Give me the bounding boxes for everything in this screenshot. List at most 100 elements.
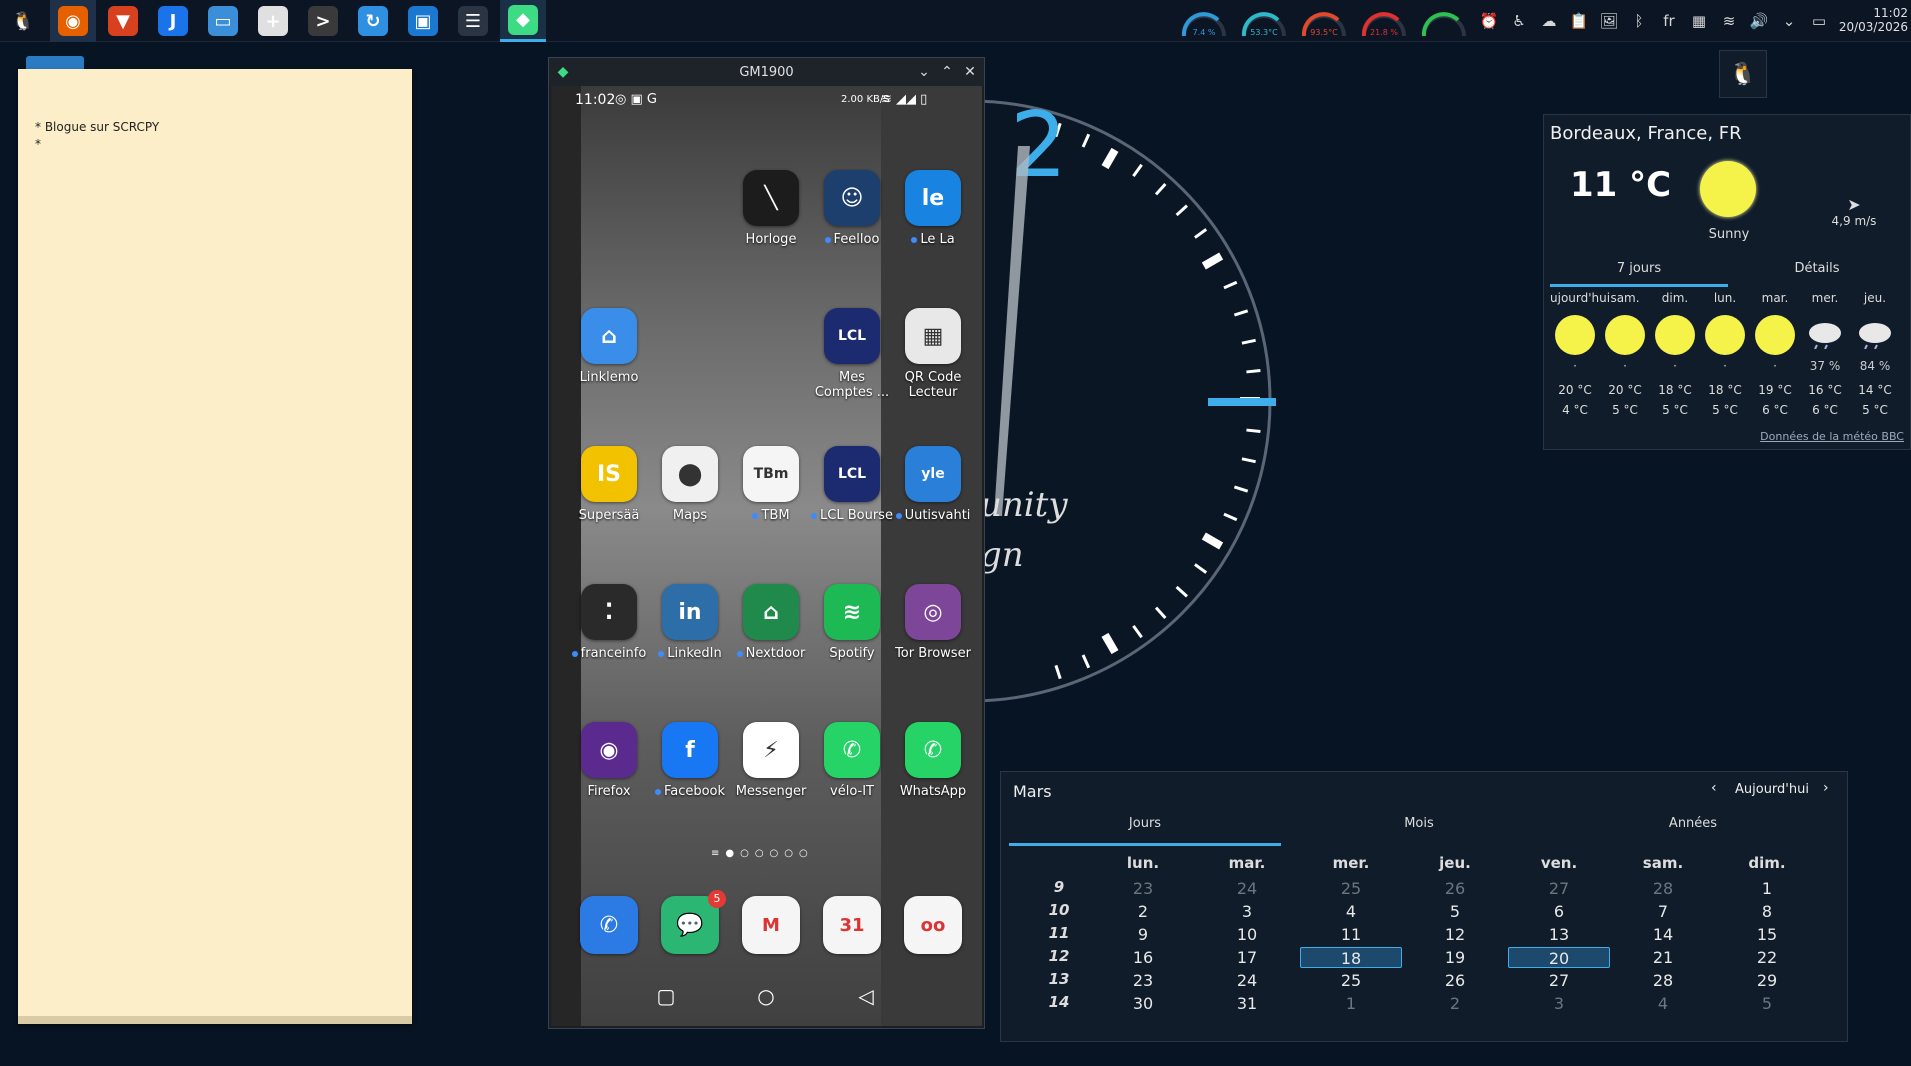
calendar-day[interactable]: 27 — [1508, 878, 1610, 899]
app-lcl-bourse[interactable]: LCL LCL Bourse — [810, 446, 894, 523]
calendar-day[interactable]: 9 — [1092, 924, 1194, 945]
clipboard-icon[interactable]: 📋 — [1568, 10, 1590, 32]
storage-icon[interactable]: ▦ — [1688, 10, 1710, 32]
accessibility-icon[interactable]: ♿ — [1508, 10, 1530, 32]
messages-dock-app[interactable]: 💬 5 — [648, 890, 732, 954]
calendar-day[interactable]: 31 — [1196, 993, 1298, 1014]
chevron-down-icon[interactable]: ⌄ — [1778, 10, 1800, 32]
calendar-day[interactable]: 2 — [1404, 993, 1506, 1014]
tux-icon[interactable]: 🐧 — [1719, 50, 1767, 98]
app-facebook[interactable]: f Facebook — [648, 722, 732, 799]
close-button[interactable]: ✕ — [960, 62, 980, 82]
new-document-taskbar-button[interactable]: + — [250, 0, 296, 42]
language[interactable]: fr — [1658, 10, 1680, 32]
calendar-day[interactable]: 26 — [1404, 878, 1506, 899]
app-uutisvahti[interactable]: yle Uutisvahti — [891, 446, 975, 523]
calendar-day[interactable]: 24 — [1196, 878, 1298, 899]
window-titlebar[interactable]: ◆ GM1900 ⌄ ⌃ ✕ — [549, 58, 984, 86]
voicemail-dock-app[interactable]: oo — [891, 896, 975, 954]
calendar-day[interactable]: 1 — [1716, 878, 1818, 899]
calendar-day[interactable]: 5 — [1404, 901, 1506, 922]
wifi-icon[interactable]: ≋ — [1718, 10, 1740, 32]
system-clock[interactable]: 11:02 20/03/2026 — [1836, 6, 1908, 34]
app-v-lo-it[interactable]: ✆ vélo-IT — [810, 722, 894, 799]
app-maps[interactable]: ⬤ Maps — [648, 446, 732, 523]
calendar-day[interactable]: 17 — [1196, 947, 1298, 968]
calendar-day[interactable]: 12 — [1404, 924, 1506, 945]
app-tbm[interactable]: TBm TBM — [729, 446, 813, 523]
calendar-day[interactable]: 25 — [1300, 970, 1402, 991]
app-tor-browser[interactable]: ◎ Tor Browser — [891, 584, 975, 661]
recents-button[interactable]: ▢ — [651, 981, 681, 1011]
calendar-day[interactable]: 5 — [1716, 993, 1818, 1014]
calendar-widget[interactable]: Mars ‹ Aujourd'hui › Jours Mois Années l… — [1000, 771, 1848, 1042]
calendar-day[interactable]: 24 — [1196, 970, 1298, 991]
phone-dock-app[interactable]: ✆ — [567, 896, 651, 954]
calendar-day[interactable]: 3 — [1196, 901, 1298, 922]
desktop-icon[interactable]: ▭ — [1808, 10, 1830, 32]
calendar-day[interactable]: 29 — [1716, 970, 1818, 991]
calendar-day[interactable]: 2 — [1092, 901, 1194, 922]
maximize-button[interactable]: ⌃ — [937, 62, 957, 82]
app-nextdoor[interactable]: ⌂ Nextdoor — [729, 584, 813, 661]
android-taskbar-button[interactable]: ◆ — [500, 0, 546, 42]
app-spotify[interactable]: ≋ Spotify — [810, 584, 894, 661]
calendar-day[interactable]: 23 — [1092, 970, 1194, 991]
app-linklemo[interactable]: ⌂ Linklemo — [567, 308, 651, 385]
sticky-note[interactable]: * Blogue sur SCRCPY * — [18, 69, 412, 1024]
calendar-day[interactable]: 28 — [1612, 970, 1714, 991]
calendar-day[interactable]: 27 — [1508, 970, 1610, 991]
tab-months[interactable]: Mois — [1283, 816, 1555, 846]
tab-7-days[interactable]: 7 jours — [1550, 257, 1728, 287]
alarm-icon[interactable]: ⏰ — [1478, 10, 1500, 32]
volume-icon[interactable]: 🔊 — [1748, 10, 1770, 32]
settings-sliders-taskbar-button[interactable]: ☰ — [450, 0, 496, 42]
weather-icon[interactable]: ☁ — [1538, 10, 1560, 32]
calendar-day[interactable]: 8 — [1716, 901, 1818, 922]
calendar-day[interactable]: 21 — [1612, 947, 1714, 968]
app-horloge[interactable]: ╲ Horloge — [729, 170, 813, 247]
firefox-taskbar-button[interactable]: ◉ — [50, 0, 96, 42]
app-feelloo[interactable]: ☺ Feelloo — [810, 170, 894, 247]
home-button[interactable]: ○ — [751, 981, 781, 1011]
terminal-taskbar-button[interactable]: > — [300, 0, 346, 42]
calendar-day[interactable]: 10 — [1196, 924, 1298, 945]
app-supers-[interactable]: IS Supersää — [567, 446, 651, 523]
brave-taskbar-button[interactable]: ▼ — [100, 0, 146, 42]
image-icon[interactable]: 🖼 — [1598, 10, 1620, 32]
jdownloader-taskbar-button[interactable]: J — [150, 0, 196, 42]
calendar-day[interactable]: 20 — [1508, 947, 1610, 968]
app-franceinfo[interactable]: ⁚ franceinfo — [567, 584, 651, 661]
calendar-day[interactable]: 4 — [1612, 993, 1714, 1014]
store-taskbar-button[interactable]: ▣ — [400, 0, 446, 42]
calendar-day[interactable]: 15 — [1716, 924, 1818, 945]
gmail-dock-app[interactable]: M — [729, 896, 813, 954]
app-mes-comptes-[interactable]: LCL Mes Comptes ... — [810, 308, 894, 400]
calendar-day[interactable]: 26 — [1404, 970, 1506, 991]
back-button[interactable]: ◁ — [851, 981, 881, 1011]
file-manager-taskbar-button[interactable]: ▭ — [200, 0, 246, 42]
calendar-day[interactable]: 25 — [1300, 878, 1402, 899]
scrcpy-window[interactable]: ◆ GM1900 ⌄ ⌃ ✕ 11:02 ◎ ▣ G 2.00 KB/S ≋ ◢… — [548, 57, 985, 1029]
sync-taskbar-button[interactable]: ↻ — [350, 0, 396, 42]
calendar-day[interactable]: 30 — [1092, 993, 1194, 1014]
calendar-day[interactable]: 23 — [1092, 878, 1194, 899]
note-text[interactable]: * Blogue sur SCRCPY * — [35, 119, 159, 153]
next-month-button[interactable]: › — [1823, 780, 1829, 796]
calendar-day[interactable]: 22 — [1716, 947, 1818, 968]
phone-screen[interactable]: 11:02 ◎ ▣ G 2.00 KB/S ≋ ◢◢ ▯ ╲ Horloge ☺ Fe… — [551, 86, 982, 1026]
calendar-day[interactable]: 18 — [1300, 947, 1402, 968]
tab-details[interactable]: Détails — [1728, 257, 1906, 287]
app-messenger[interactable]: ⚡ Messenger — [729, 722, 813, 799]
calendar-day[interactable]: 13 — [1508, 924, 1610, 945]
previous-month-button[interactable]: ‹ — [1711, 780, 1717, 796]
calendar-day[interactable]: 28 — [1612, 878, 1714, 899]
app-firefox[interactable]: ◉ Firefox — [567, 722, 651, 799]
app-whatsapp[interactable]: ✆ WhatsApp — [891, 722, 975, 799]
calendar-day[interactable]: 4 — [1300, 901, 1402, 922]
today-button[interactable]: Aujourd'hui — [1735, 782, 1809, 797]
calendar-day[interactable]: 16 — [1092, 947, 1194, 968]
weather-widget[interactable]: Bordeaux, France, FR 11 °C Sunny ➤ 4,9 m… — [1543, 114, 1911, 450]
calendar-day[interactable]: 11 — [1300, 924, 1402, 945]
tab-days[interactable]: Jours — [1009, 816, 1281, 846]
